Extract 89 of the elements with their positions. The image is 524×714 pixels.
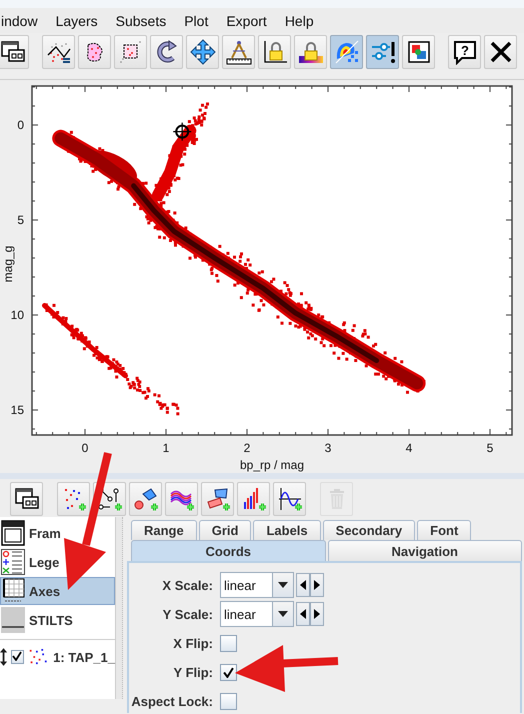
left-triangle-icon bbox=[300, 580, 306, 590]
step-right-button[interactable] bbox=[310, 602, 324, 626]
toolbar-button[interactable] bbox=[201, 482, 234, 516]
tab[interactable]: Labels bbox=[253, 520, 321, 540]
toolbar-button[interactable] bbox=[402, 35, 435, 69]
toolbar-button[interactable] bbox=[237, 482, 270, 516]
checkbox[interactable] bbox=[220, 664, 237, 680]
sliders-icon bbox=[370, 39, 396, 65]
x-tick-label: 0 bbox=[82, 441, 88, 455]
toolbar-button[interactable]: ? bbox=[448, 35, 481, 69]
field-label: Y Flip: bbox=[172, 664, 213, 680]
add-function-layer-icon bbox=[276, 486, 302, 512]
right-triangle-icon bbox=[314, 609, 320, 619]
toolbar-button[interactable] bbox=[186, 35, 219, 69]
control-list-item[interactable]: Fram bbox=[0, 519, 115, 547]
field-label: X Scale: bbox=[161, 578, 213, 592]
toolbar-button[interactable] bbox=[150, 35, 183, 69]
step-left-button[interactable] bbox=[296, 602, 310, 626]
x-tick-label: 4 bbox=[406, 441, 412, 455]
toolbar-button[interactable] bbox=[0, 35, 29, 69]
add-line-layer-icon bbox=[96, 486, 122, 512]
y-tick-label: 15 bbox=[10, 403, 24, 417]
windows-icon bbox=[0, 39, 26, 65]
control-list-item[interactable]: Lege bbox=[0, 548, 115, 576]
menu-item[interactable]: Export bbox=[217, 13, 276, 29]
y-tick-label: 10 bbox=[10, 308, 24, 322]
move-arrows-icon bbox=[190, 39, 216, 65]
toolbar-button[interactable] bbox=[484, 35, 517, 69]
left-triangle-icon bbox=[300, 609, 306, 619]
x-tick-label: 2 bbox=[244, 441, 250, 455]
scale-dropdown[interactable]: linear bbox=[220, 601, 294, 627]
field-label: X Flip: bbox=[172, 636, 213, 650]
tab[interactable]: Coords bbox=[131, 540, 326, 561]
tab[interactable]: Secondary bbox=[322, 520, 416, 540]
step-right-button[interactable] bbox=[310, 573, 324, 597]
add-polygon-layer-icon bbox=[204, 486, 230, 512]
control-list-item[interactable]: STILTS bbox=[0, 606, 115, 634]
menu-item[interactable]: Layers bbox=[46, 13, 107, 29]
right-triangle-icon bbox=[314, 580, 320, 590]
scale-dropdown[interactable]: linear bbox=[220, 572, 294, 598]
x-tick-label: 3 bbox=[324, 441, 332, 455]
compass-ruler-icon bbox=[226, 39, 252, 65]
step-left-button[interactable] bbox=[296, 573, 310, 597]
layer-label[interactable]: 1: TAP_1_ bbox=[53, 650, 115, 664]
toolbar-button[interactable] bbox=[129, 482, 162, 516]
checkbox[interactable] bbox=[220, 634, 237, 652]
y-tick-label: 0 bbox=[17, 118, 24, 132]
layer-checkbox[interactable] bbox=[11, 650, 24, 664]
control-list-item[interactable]: Axes bbox=[0, 577, 115, 605]
toolbar-button[interactable] bbox=[366, 35, 399, 69]
toolbar-button[interactable] bbox=[258, 35, 291, 69]
padlock-gradient-icon bbox=[298, 39, 324, 65]
y-axis-label: mag_g bbox=[1, 246, 15, 282]
tab[interactable]: Font bbox=[417, 520, 472, 540]
toolbar-button[interactable] bbox=[222, 35, 255, 69]
menu-item[interactable]: Help bbox=[276, 13, 323, 29]
y-tick-label: 5 bbox=[17, 213, 24, 227]
add-marker-layer-icon bbox=[132, 486, 158, 512]
x-axis-label: bp_rp / mag bbox=[240, 458, 304, 472]
toolbar-button[interactable] bbox=[114, 35, 147, 69]
windows-icon bbox=[14, 486, 40, 512]
toolbar-button[interactable] bbox=[42, 35, 75, 69]
dropdown-caret-icon bbox=[278, 611, 288, 617]
menu-item[interactable]: indow bbox=[0, 13, 47, 29]
x-tick-label: 1 bbox=[162, 441, 170, 455]
crosshair-marker-icon bbox=[172, 122, 192, 142]
menu-item[interactable]: Plot bbox=[175, 13, 218, 29]
padlock-axes-icon bbox=[262, 39, 288, 65]
tab[interactable]: Range bbox=[131, 520, 197, 540]
toolbar-button[interactable] bbox=[78, 35, 111, 69]
toolbar-button[interactable] bbox=[294, 35, 327, 69]
tab[interactable]: Grid bbox=[198, 520, 252, 540]
x-tick-label: 5 bbox=[486, 441, 494, 455]
tab[interactable]: Navigation bbox=[328, 540, 522, 561]
toolbar-button[interactable] bbox=[165, 482, 198, 516]
dropdown-caret-icon bbox=[278, 582, 288, 588]
menu-item[interactable]: Subsets bbox=[106, 13, 176, 29]
heatmap-icon bbox=[334, 39, 360, 65]
shapes-icon bbox=[406, 39, 432, 65]
scatter-points-icon bbox=[28, 647, 50, 667]
reorder-arrows-icon[interactable] bbox=[0, 647, 8, 667]
field-label: Y Scale: bbox=[162, 606, 213, 622]
checkbox[interactable] bbox=[220, 692, 237, 710]
toolbar-button[interactable] bbox=[273, 482, 306, 516]
splitter-handle[interactable] bbox=[116, 517, 123, 699]
toolbar-button[interactable] bbox=[10, 482, 43, 516]
question-mark: ? bbox=[460, 43, 468, 58]
field-label: Aspect Lock: bbox=[130, 694, 213, 708]
box-selection-icon bbox=[118, 39, 144, 65]
